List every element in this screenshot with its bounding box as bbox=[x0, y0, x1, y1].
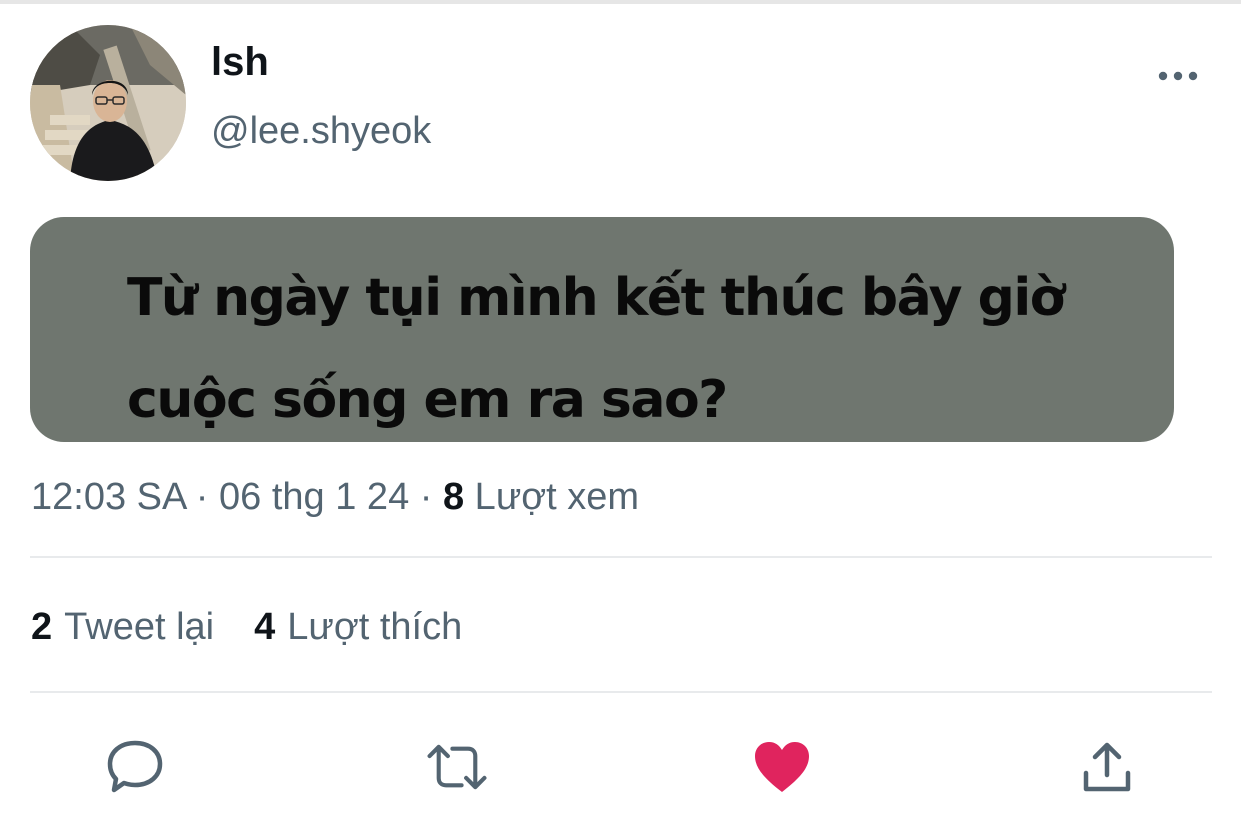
share-icon bbox=[1083, 742, 1131, 792]
top-divider bbox=[0, 0, 1241, 4]
user-handle[interactable]: @lee.shyeok bbox=[211, 108, 431, 154]
tweet-text: Từ ngày tụi mình kết thúc bây giờ cuộc s… bbox=[127, 247, 1134, 451]
tweet-detail-page: lsh @lee.shyeok Từ ngày tụi mình kết thú… bbox=[0, 0, 1241, 823]
views-label: Lượt xem bbox=[464, 476, 640, 518]
divider bbox=[30, 691, 1212, 693]
more-options-button[interactable] bbox=[1150, 58, 1206, 94]
retweets-count: 2 bbox=[31, 606, 53, 648]
reply-button[interactable] bbox=[103, 735, 167, 799]
tweet-text-card: Từ ngày tụi mình kết thúc bây giờ cuộc s… bbox=[30, 217, 1174, 442]
tweet-text-line-2: cuộc sống em ra sao? bbox=[127, 370, 728, 430]
likes-count: 4 bbox=[254, 606, 276, 648]
tweet-date[interactable]: 06 thg 1 24 bbox=[219, 476, 409, 518]
tweet-text-line-1: Từ ngày tụi mình kết thúc bây giờ bbox=[127, 268, 1065, 328]
divider bbox=[30, 556, 1212, 558]
speech-bubble-icon bbox=[107, 740, 163, 793]
likes-label: Lượt thích bbox=[287, 606, 463, 648]
like-button[interactable] bbox=[750, 735, 814, 799]
meta-separator: · bbox=[409, 476, 443, 518]
avatar[interactable] bbox=[30, 25, 186, 181]
views-count: 8 bbox=[442, 476, 465, 518]
retweets-stat[interactable]: 2 Tweet lại bbox=[31, 604, 214, 650]
share-button[interactable] bbox=[1075, 735, 1139, 799]
tweet-stats: 2 Tweet lại 4 Lượt thích bbox=[31, 604, 462, 650]
meta-separator: · bbox=[185, 476, 220, 518]
display-name[interactable]: lsh bbox=[211, 38, 269, 86]
retweet-icon bbox=[427, 744, 487, 790]
retweet-button[interactable] bbox=[425, 735, 489, 799]
tweet-time[interactable]: 12:03 SA bbox=[31, 476, 185, 518]
avatar-photo bbox=[30, 25, 186, 181]
more-icon bbox=[1158, 71, 1198, 81]
tweet-meta: 12:03 SA · 06 thg 1 24 · 8 Lượt xem bbox=[31, 474, 639, 520]
retweets-label: Tweet lại bbox=[64, 606, 215, 648]
heart-icon bbox=[755, 742, 809, 792]
likes-stat[interactable]: 4 Lượt thích bbox=[254, 604, 462, 650]
